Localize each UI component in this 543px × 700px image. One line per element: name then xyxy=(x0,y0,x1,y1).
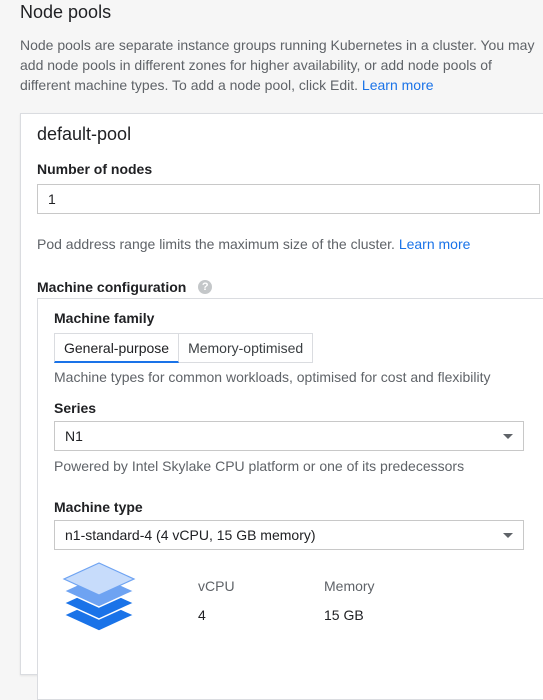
help-circle-icon[interactable]: ? xyxy=(198,280,213,295)
node-pool-card: default-pool Number of nodes 1 Pod addre… xyxy=(20,113,543,700)
pod-range-learn-more-link[interactable]: Learn more xyxy=(399,236,471,252)
machine-configuration-label: Machine configuration ? xyxy=(37,279,213,295)
machine-family-help: Machine types for common workloads, opti… xyxy=(54,369,491,385)
memory-label: Memory xyxy=(324,578,375,594)
machine-configuration-panel: Machine family General-purpose Memory-op… xyxy=(37,298,543,700)
tab-memory-optimised[interactable]: Memory-optimised xyxy=(179,333,314,363)
learn-more-link[interactable]: Learn more xyxy=(362,77,434,93)
triangle-down-icon xyxy=(503,533,513,538)
series-label: Series xyxy=(54,400,97,416)
machine-family-label: Machine family xyxy=(54,310,155,326)
pool-name: default-pool xyxy=(37,124,132,144)
section-description-text: Node pools are separate instance groups … xyxy=(20,37,535,93)
pod-range-help: Pod address range limits the maximum siz… xyxy=(37,236,470,252)
section-title: Node pools xyxy=(20,2,112,22)
vcpu-value: 4 xyxy=(198,607,206,623)
machine-type-value: n1-standard-4 (4 vCPU, 15 GB memory) xyxy=(65,527,316,543)
machine-type-label: Machine type xyxy=(54,499,143,515)
machine-type-select[interactable]: n1-standard-4 (4 vCPU, 15 GB memory) xyxy=(54,520,524,550)
tab-general-purpose[interactable]: General-purpose xyxy=(54,333,180,363)
series-help: Powered by Intel Skylake CPU platform or… xyxy=(54,458,465,474)
section-description: Node pools are separate instance groups … xyxy=(20,35,543,95)
number-of-nodes-label: Number of nodes xyxy=(37,161,153,177)
number-of-nodes-input[interactable]: 1 xyxy=(37,184,540,214)
triangle-down-icon xyxy=(503,434,513,439)
vcpu-label: vCPU xyxy=(198,578,235,594)
layers-stack-icon xyxy=(62,562,136,632)
series-value: N1 xyxy=(65,428,83,444)
machine-family-tabs: General-purpose Memory-optimised xyxy=(54,333,314,363)
machine-configuration-text: Machine configuration xyxy=(37,279,187,295)
series-select[interactable]: N1 xyxy=(54,421,524,451)
pod-range-text: Pod address range limits the maximum siz… xyxy=(37,236,395,252)
memory-value: 15 GB xyxy=(324,607,364,623)
